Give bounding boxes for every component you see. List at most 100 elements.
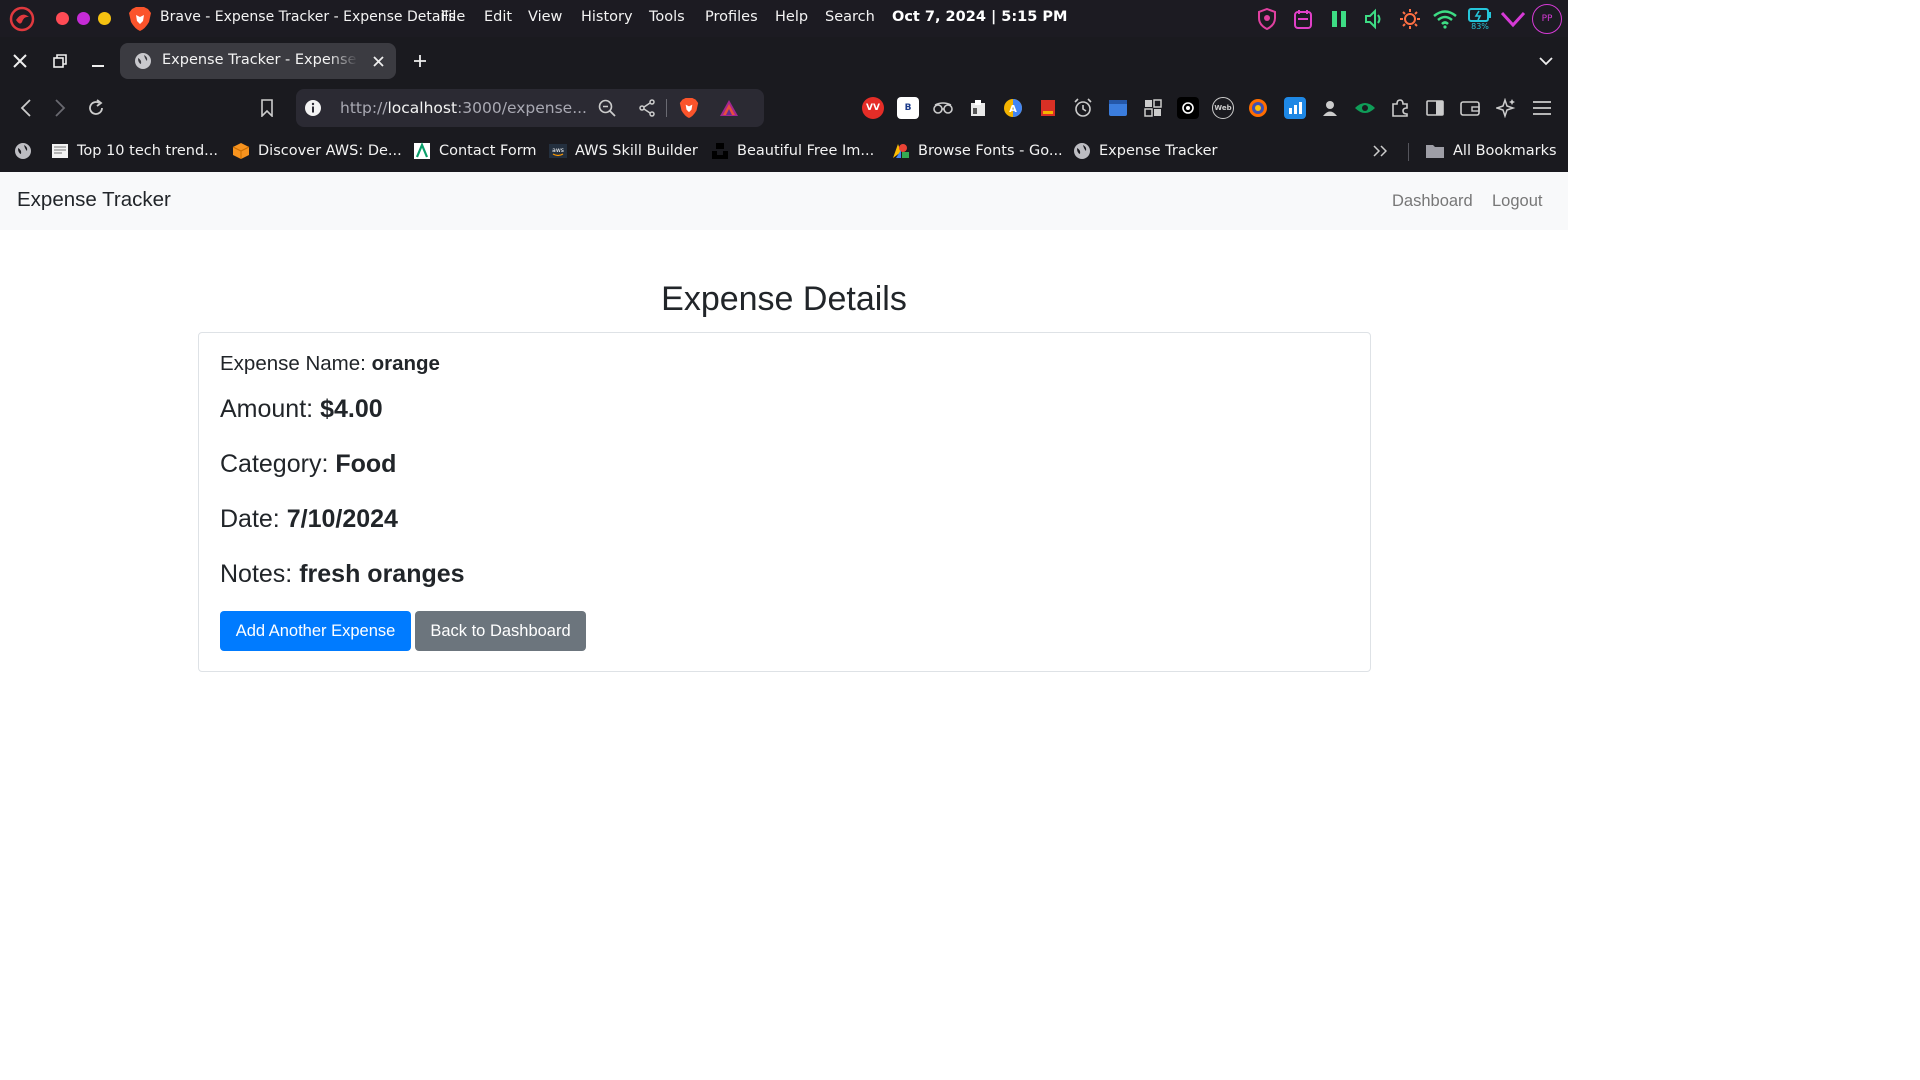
expense-date-label: Date: — [220, 505, 280, 533]
web-page: Expense Tracker Dashboard Logout Expense… — [0, 172, 1568, 882]
extensions-puzzle-icon[interactable] — [1389, 97, 1411, 119]
brave-lion-icon — [129, 7, 151, 31]
share-icon[interactable] — [636, 97, 658, 119]
bookmark-item-5[interactable]: Beautiful Free Im... — [711, 139, 874, 163]
extension-translate-icon[interactable]: A — [1002, 97, 1024, 119]
menu-help[interactable]: Help — [775, 9, 808, 25]
extension-grid-icon[interactable] — [1142, 97, 1164, 119]
brightness-icon[interactable] — [1397, 6, 1423, 32]
battery-icon[interactable]: 83% — [1467, 6, 1493, 32]
leo-ai-sparkle-icon[interactable] — [1495, 97, 1517, 119]
nav-logout-link[interactable]: Logout — [1492, 192, 1542, 211]
bookmarks-overflow-chevron-icon[interactable] — [1368, 139, 1392, 163]
extension-red-book-icon[interactable] — [1037, 97, 1059, 119]
close-window-dot[interactable] — [56, 12, 69, 25]
expense-notes-label: Notes: — [220, 560, 293, 588]
minimize-icon[interactable] — [86, 49, 110, 73]
extension-alarm-icon[interactable] — [1072, 97, 1094, 119]
menu-search[interactable]: Search — [825, 9, 875, 25]
battery-percent: 83% — [1471, 22, 1489, 31]
navbar-brand[interactable]: Expense Tracker — [17, 188, 171, 212]
bookmark-item-2[interactable]: Discover AWS: De... — [232, 139, 402, 163]
shield-icon[interactable] — [1254, 6, 1280, 32]
aws-cube-icon — [232, 143, 250, 159]
maximize-window-dot[interactable] — [98, 12, 111, 25]
menu-view[interactable]: View — [528, 9, 562, 25]
extension-user-icon[interactable] — [1319, 97, 1341, 119]
extension-blue-window-icon[interactable] — [1107, 97, 1129, 119]
bookmark-item-1[interactable]: Top 10 tech trend... — [51, 139, 218, 163]
calendar-icon[interactable] — [1290, 6, 1316, 32]
extension-b-icon[interactable]: B — [897, 97, 919, 119]
app-navbar: Expense Tracker Dashboard Logout — [0, 172, 1568, 230]
extension-wv-icon[interactable]: VV — [862, 97, 884, 119]
system-logo-icon[interactable] — [8, 5, 36, 33]
globe-icon — [135, 53, 151, 69]
nav-dashboard-link[interactable]: Dashboard — [1392, 192, 1473, 211]
page-title: Expense Details — [661, 280, 907, 318]
forward-arrow-icon[interactable] — [47, 95, 73, 121]
hamburger-menu-icon[interactable] — [1531, 97, 1553, 119]
bookmark-item-7[interactable]: Expense Tracker — [1073, 139, 1217, 163]
extension-openai-icon[interactable] — [1177, 97, 1199, 119]
bookmark-globe[interactable] — [14, 139, 40, 163]
newspaper-icon — [52, 144, 68, 158]
url-text[interactable]: http://localhost:3000/expense... — [340, 99, 587, 117]
close-icon[interactable] — [8, 49, 32, 73]
brave-rewards-icon[interactable] — [718, 97, 740, 119]
expense-name-label: Expense Name: — [220, 352, 366, 375]
google-fonts-icon — [893, 144, 909, 158]
menu-tools[interactable]: Tools — [649, 9, 685, 25]
zoom-icon[interactable] — [596, 97, 618, 119]
tab-close-icon[interactable] — [368, 51, 388, 71]
tab-title: Expense Tracker - Expense Details — [162, 52, 358, 68]
url-scheme: http:// — [340, 99, 388, 117]
expense-category-row: Category: Food — [220, 450, 396, 479]
menu-profiles[interactable]: Profiles — [705, 9, 758, 25]
bookmarks-bar: Top 10 tech trend... Discover AWS: De...… — [0, 131, 1568, 172]
url-path: :3000/expense... — [457, 99, 587, 117]
brave-shields-icon[interactable] — [678, 97, 700, 119]
wifi-icon[interactable] — [1432, 6, 1458, 32]
volume-icon[interactable] — [1361, 6, 1387, 32]
folder-icon — [1426, 145, 1444, 158]
bookmark-item-4[interactable]: aws AWS Skill Builder — [549, 139, 698, 163]
bookmark-label: Browse Fonts - Go... — [918, 143, 1063, 159]
site-info-icon[interactable] — [304, 99, 322, 117]
svg-text:A: A — [1009, 104, 1017, 115]
all-bookmarks-label: All Bookmarks — [1453, 143, 1557, 159]
globe-icon — [1074, 143, 1090, 159]
extension-chart-icon[interactable] — [1284, 97, 1306, 119]
extension-glasses-icon[interactable] — [932, 97, 954, 119]
extension-green-eye-icon[interactable] — [1354, 97, 1376, 119]
extension-web-icon[interactable]: Web — [1212, 97, 1234, 119]
add-another-expense-button[interactable]: Add Another Expense — [220, 611, 411, 651]
bookmark-item-6[interactable]: Browse Fonts - Go... — [892, 139, 1063, 163]
system-clock[interactable]: Oct 7, 2024 | 5:15 PM — [892, 9, 1067, 25]
globe-icon — [15, 143, 31, 159]
back-arrow-icon[interactable] — [13, 95, 39, 121]
restore-icon[interactable] — [48, 49, 72, 73]
reload-icon[interactable] — [83, 95, 109, 121]
new-tab-plus-icon[interactable] — [408, 49, 432, 73]
active-tab[interactable]: Expense Tracker - Expense Details — [120, 43, 396, 79]
bookmark-item-3[interactable]: Contact Form — [413, 139, 537, 163]
wallet-icon[interactable] — [1459, 97, 1481, 119]
expense-notes-row: Notes: fresh oranges — [220, 560, 465, 589]
profile-avatar[interactable]: PP — [1532, 4, 1562, 34]
back-to-dashboard-button[interactable]: Back to Dashboard — [415, 611, 586, 651]
menu-file[interactable]: File — [441, 9, 465, 25]
menu-history[interactable]: History — [581, 9, 633, 25]
minimize-window-dot[interactable] — [77, 12, 90, 25]
bookmark-icon[interactable] — [254, 95, 280, 121]
all-bookmarks-button[interactable]: All Bookmarks — [1425, 139, 1557, 163]
address-bar[interactable]: http://localhost:3000/expense... — [296, 89, 764, 127]
menu-edit[interactable]: Edit — [484, 9, 512, 25]
heart-check-icon[interactable] — [1500, 6, 1526, 32]
extension-colorful-icon[interactable] — [1247, 97, 1269, 119]
expense-name-value: orange — [371, 352, 440, 375]
sidebar-toggle-icon[interactable] — [1424, 97, 1446, 119]
tab-list-chevron-down-icon[interactable] — [1534, 49, 1558, 73]
extension-clipboard-icon[interactable] — [967, 97, 989, 119]
pause-icon[interactable] — [1326, 6, 1352, 32]
